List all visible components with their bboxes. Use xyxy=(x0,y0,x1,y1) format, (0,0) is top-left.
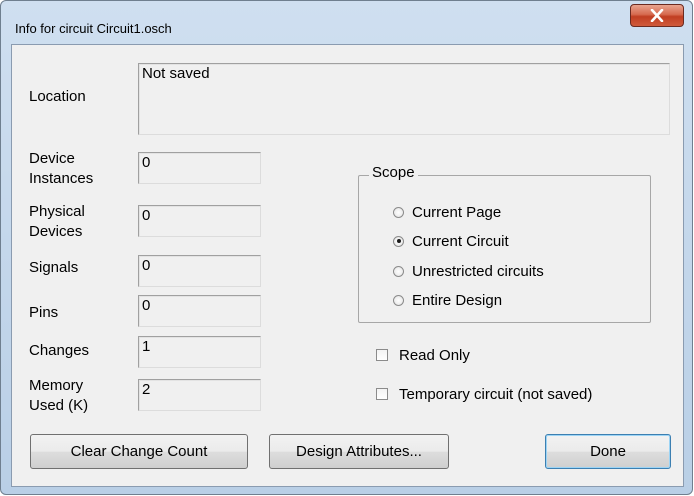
signals-field: 0 xyxy=(138,255,261,287)
physical-devices-field: 0 xyxy=(138,205,261,237)
scope-group-title: Scope xyxy=(369,164,418,181)
temporary-circuit-checkbox[interactable]: Temporary circuit (not saved) xyxy=(376,383,592,405)
radio-icon[interactable] xyxy=(393,294,404,306)
checkbox-icon[interactable] xyxy=(376,388,388,400)
physical-devices-label: Physical Devices xyxy=(29,203,85,240)
done-button[interactable]: Done xyxy=(545,434,671,469)
device-instances-field: 0 xyxy=(138,152,261,184)
checkbox-icon[interactable] xyxy=(376,349,388,361)
design-attributes-button[interactable]: Design Attributes... xyxy=(269,434,449,469)
dialog-body: Location Not saved Device Instances 0 Ph… xyxy=(11,44,684,487)
dialog-window: Info for circuit Circuit1.osch Location … xyxy=(0,0,693,495)
radio-selected-icon[interactable] xyxy=(393,235,404,247)
close-icon xyxy=(650,9,664,22)
read-only-label: Read Only xyxy=(399,346,470,364)
signals-label: Signals xyxy=(29,259,79,276)
device-instances-label: Device Instances xyxy=(29,150,94,187)
location-field: Not saved xyxy=(138,63,670,135)
scope-option-unrestricted-circuits[interactable]: Unrestricted circuits xyxy=(393,260,544,282)
scope-option-label: Unrestricted circuits xyxy=(412,262,544,280)
clear-change-count-button[interactable]: Clear Change Count xyxy=(30,434,248,469)
changes-label: Changes xyxy=(29,342,90,359)
scope-option-entire-design[interactable]: Entire Design xyxy=(393,289,502,311)
radio-icon[interactable] xyxy=(393,265,404,277)
scope-option-label: Current Page xyxy=(412,203,502,221)
scope-option-label: Current Circuit xyxy=(412,232,509,250)
pins-label: Pins xyxy=(29,304,59,321)
memory-used-field: 2 xyxy=(138,379,261,411)
scope-option-label: Entire Design xyxy=(412,291,503,309)
scope-group: Scope Current Page Current Circuit Unres… xyxy=(358,164,651,323)
scope-option-current-circuit[interactable]: Current Circuit xyxy=(393,230,509,252)
window-title: Info for circuit Circuit1.osch xyxy=(15,21,172,36)
scope-option-current-page[interactable]: Current Page xyxy=(393,201,501,223)
close-button[interactable] xyxy=(630,4,684,27)
pins-field: 0 xyxy=(138,295,261,327)
location-label: Location xyxy=(29,88,86,105)
read-only-checkbox[interactable]: Read Only xyxy=(376,344,470,366)
temporary-circuit-label: Temporary circuit (not saved) xyxy=(399,385,593,403)
changes-field: 1 xyxy=(138,336,261,368)
radio-icon[interactable] xyxy=(393,206,404,218)
memory-used-label: Memory Used (K) xyxy=(29,377,89,414)
